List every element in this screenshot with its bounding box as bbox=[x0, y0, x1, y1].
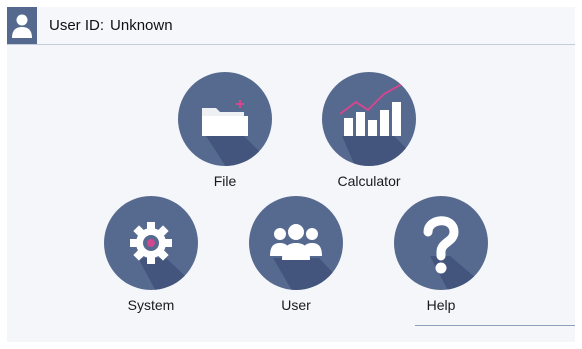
user-id-label: User ID: bbox=[49, 17, 105, 34]
file-label: File bbox=[213, 173, 237, 189]
user-id-display: User ID: Unknown bbox=[49, 7, 173, 44]
user-avatar-icon bbox=[7, 7, 37, 44]
user-id-value: Unknown bbox=[110, 17, 173, 34]
file-button[interactable]: File bbox=[160, 72, 290, 212]
user-button[interactable]: User bbox=[231, 196, 361, 336]
home-screen: User ID: Unknown File Calculator System … bbox=[7, 7, 575, 342]
header-bar: User ID: Unknown bbox=[7, 7, 575, 45]
folder-icon bbox=[202, 100, 272, 166]
calculator-circle bbox=[322, 72, 416, 166]
help-label: Help bbox=[426, 297, 456, 313]
system-label: System bbox=[127, 297, 175, 313]
calculator-label: Calculator bbox=[337, 173, 401, 189]
calculator-button[interactable]: Calculator bbox=[304, 72, 434, 212]
bottom-divider bbox=[415, 325, 575, 326]
system-circle bbox=[104, 196, 198, 290]
question-icon bbox=[423, 216, 488, 290]
gear-icon bbox=[130, 222, 198, 290]
file-circle bbox=[178, 72, 272, 166]
chart-icon bbox=[339, 83, 416, 166]
help-button[interactable]: Help bbox=[376, 196, 506, 336]
system-button[interactable]: System bbox=[86, 196, 216, 336]
help-circle bbox=[394, 196, 488, 290]
user-circle bbox=[249, 196, 343, 290]
user-label: User bbox=[281, 297, 311, 313]
users-icon bbox=[270, 224, 343, 290]
